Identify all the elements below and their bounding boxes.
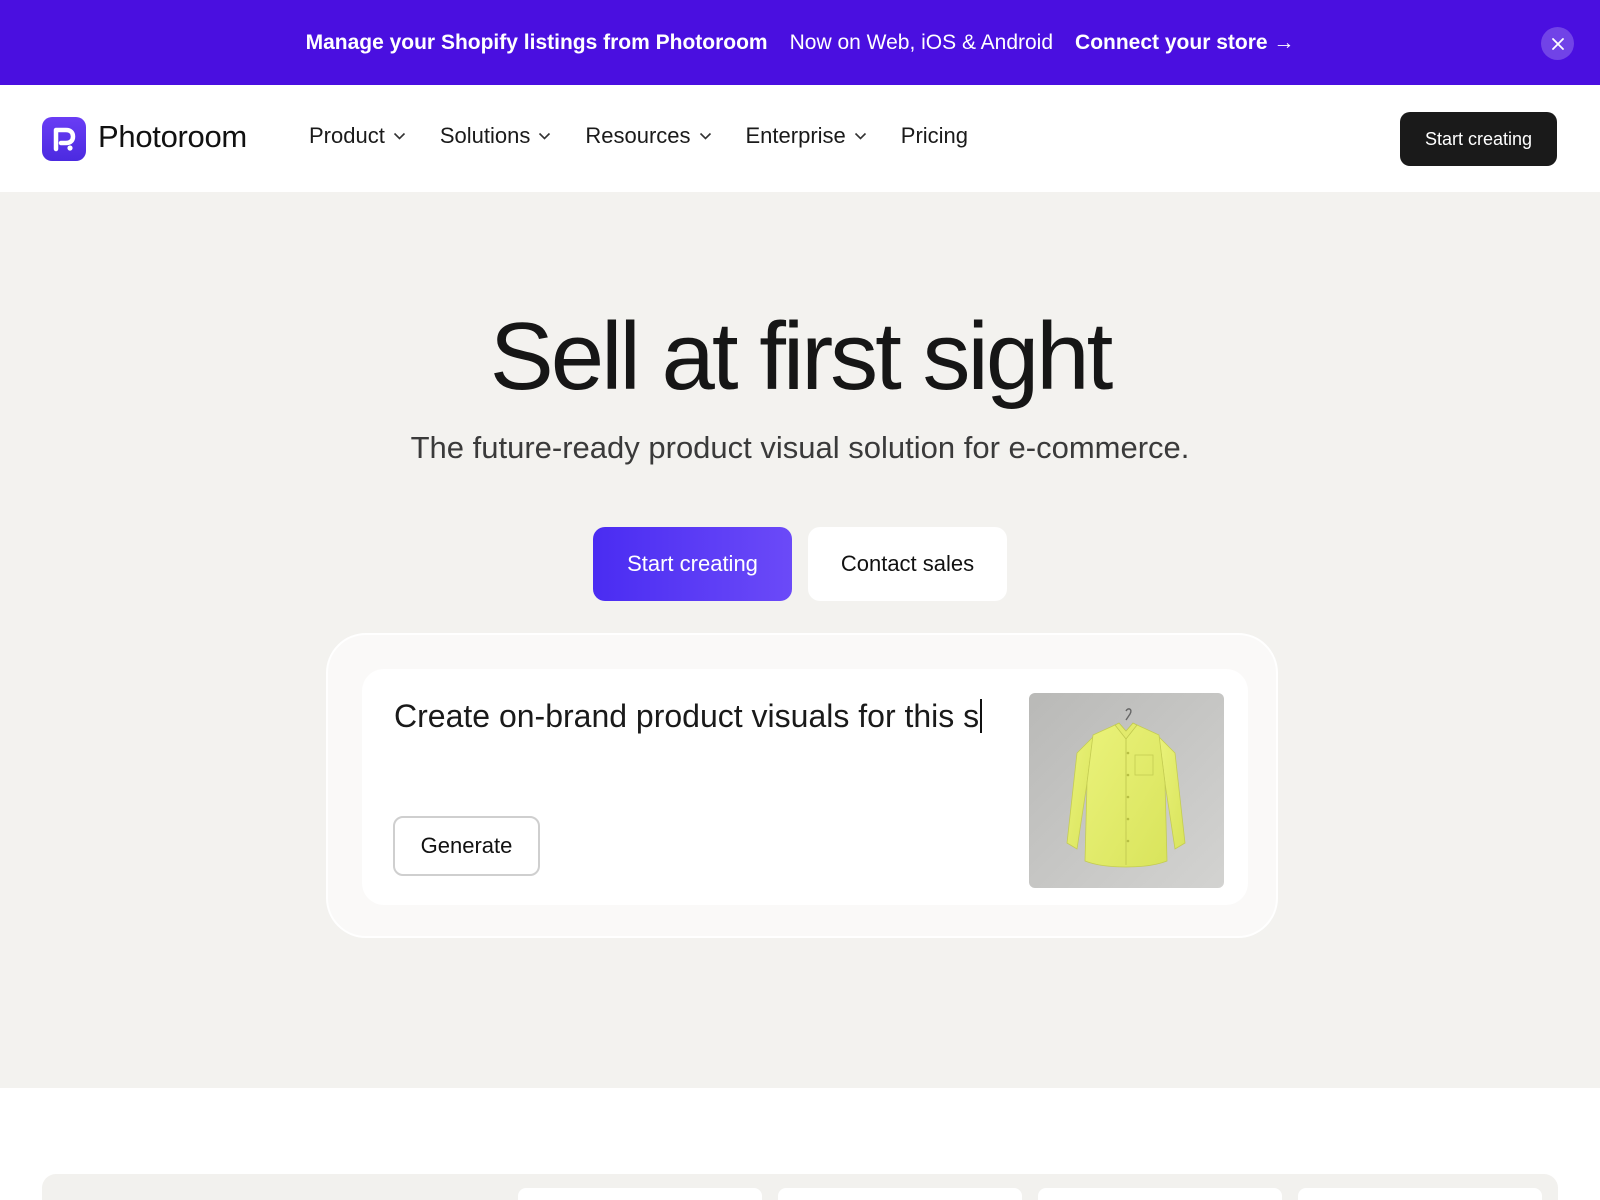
photoroom-logo-icon[interactable] — [42, 117, 86, 161]
nav-item-pricing[interactable]: Pricing — [901, 123, 968, 149]
nav-item-solutions[interactable]: Solutions — [440, 123, 552, 149]
nav-item-label: Product — [309, 123, 385, 148]
chevron-down-icon — [538, 132, 551, 140]
nav-item-enterprise[interactable]: Enterprise — [746, 123, 867, 149]
announcement-banner: Manage your Shopify listings from Photor… — [0, 0, 1600, 85]
prompt-input[interactable]: Create on-brand product visuals for this… — [394, 693, 994, 739]
text-cursor — [980, 699, 983, 733]
nav-item-resources[interactable]: Resources — [585, 123, 711, 149]
nav-item-product[interactable]: Product — [309, 123, 406, 149]
logos-section — [0, 1088, 1600, 1200]
prompt-text: Create on-brand product visuals for this… — [394, 698, 980, 734]
chevron-down-icon — [699, 132, 712, 140]
banner-headline: Manage your Shopify listings from Photor… — [305, 30, 768, 54]
banner-close-button[interactable] — [1541, 27, 1574, 60]
nav-start-creating-button[interactable]: Start creating — [1400, 112, 1557, 166]
chevron-down-icon — [393, 132, 406, 140]
chevron-down-icon — [854, 132, 867, 140]
hero-section: Sell at first sight The future-ready pro… — [0, 192, 1600, 1088]
navbar: Photoroom Product Solutions Resources En… — [0, 85, 1600, 192]
brand-name[interactable]: Photoroom — [98, 119, 247, 155]
hero-subtitle: The future-ready product visual solution… — [410, 430, 1190, 465]
logo-tile — [1038, 1188, 1282, 1200]
hero-title: Sell at first sight — [489, 303, 1114, 410]
contact-sales-button[interactable]: Contact sales — [808, 527, 1007, 601]
logo-tile — [518, 1188, 762, 1200]
nav-item-label: Pricing — [900, 123, 969, 148]
nav-item-label: Resources — [585, 123, 691, 148]
logo-tile — [778, 1188, 1022, 1200]
nav-item-label: Enterprise — [745, 123, 846, 148]
hero-start-creating-button[interactable]: Start creating — [593, 527, 792, 601]
yellow-shirt-image — [1029, 693, 1224, 888]
nav-item-label: Solutions — [439, 123, 531, 148]
product-thumbnail — [1029, 693, 1224, 888]
banner-connect-store-link[interactable]: Connect your store → — [1075, 31, 1294, 55]
main-menu: Product Solutions Resources Enterprise P… — [309, 123, 1002, 149]
banner-availability: Now on Web, iOS & Android — [789, 30, 1054, 54]
close-icon — [1551, 37, 1564, 50]
logo-strip — [42, 1174, 1558, 1200]
generate-button[interactable]: Generate — [393, 816, 540, 876]
prompt-card-inner: Create on-brand product visuals for this… — [362, 669, 1248, 905]
prompt-card: Create on-brand product visuals for this… — [326, 633, 1278, 938]
logo-tile — [1298, 1188, 1542, 1200]
